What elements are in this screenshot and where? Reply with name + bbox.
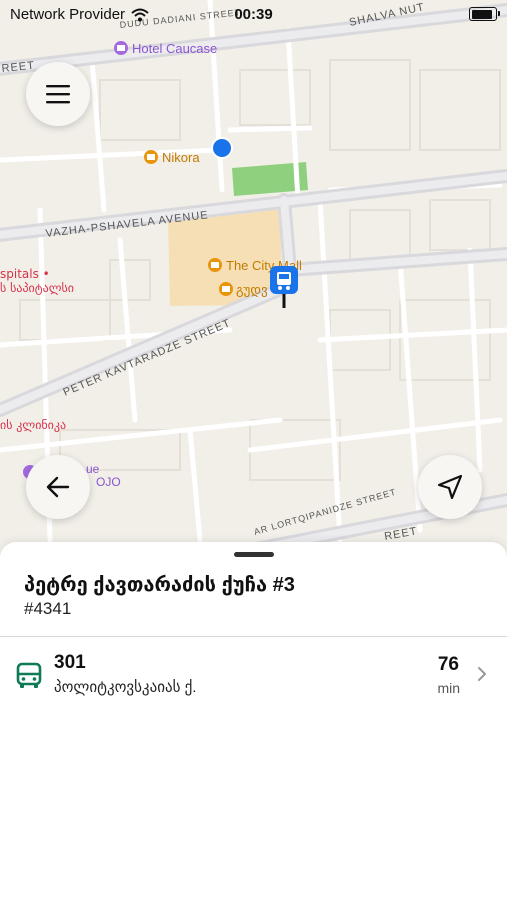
poi-city-mall-ka-label: გუდვ xyxy=(236,283,268,298)
poi-hotel-label: Hotel Caucase xyxy=(132,41,217,56)
stop-details-sheet[interactable]: პეტრე ქავთარაძის ქუჩა #3 #4341 301 პოლიტ… xyxy=(0,542,507,900)
status-time: 00:39 xyxy=(234,6,273,23)
back-button[interactable] xyxy=(26,455,90,519)
chevron-right-icon xyxy=(478,667,486,681)
sheet-grabber[interactable] xyxy=(234,552,274,557)
stop-name: პეტრე ქავთარაძის ქუჩა #3 xyxy=(24,574,295,596)
user-location-dot xyxy=(211,137,233,159)
poi-nikora-label: Nikora xyxy=(162,150,200,165)
status-bar: Network Provider 00:39 xyxy=(0,0,507,28)
divider xyxy=(0,636,507,637)
route-destination: პოლიტკოვსკაიას ქ. xyxy=(54,679,197,696)
poi-clinic-label: ის კლინიკა xyxy=(0,418,66,432)
battery-fill xyxy=(471,9,493,19)
locate-button[interactable] xyxy=(418,455,482,519)
poi-nikora[interactable]: Nikora xyxy=(144,150,200,165)
battery-icon xyxy=(469,7,500,21)
bus-icon xyxy=(16,662,42,688)
route-number: 301 xyxy=(54,652,86,673)
route-row[interactable]: 301 პოლიტკოვსკაიას ქ. 76 min xyxy=(0,638,507,714)
eta-value: 76 xyxy=(437,654,459,675)
hamburger-menu-icon xyxy=(46,85,70,104)
poi-venue-label-a: ue xyxy=(86,462,100,476)
poi-hospitals-label-en: spitals • xyxy=(0,267,50,281)
stop-code: #4341 xyxy=(24,599,72,618)
poi-venue-label-b: OJO xyxy=(96,475,121,489)
poi-hospitals-label-ka: ს საპიტალსი xyxy=(0,281,74,295)
navigation-arrow-icon xyxy=(437,474,463,500)
eta-unit: min xyxy=(437,680,460,696)
menu-button[interactable] xyxy=(26,62,90,126)
arrow-left-icon xyxy=(46,476,70,498)
